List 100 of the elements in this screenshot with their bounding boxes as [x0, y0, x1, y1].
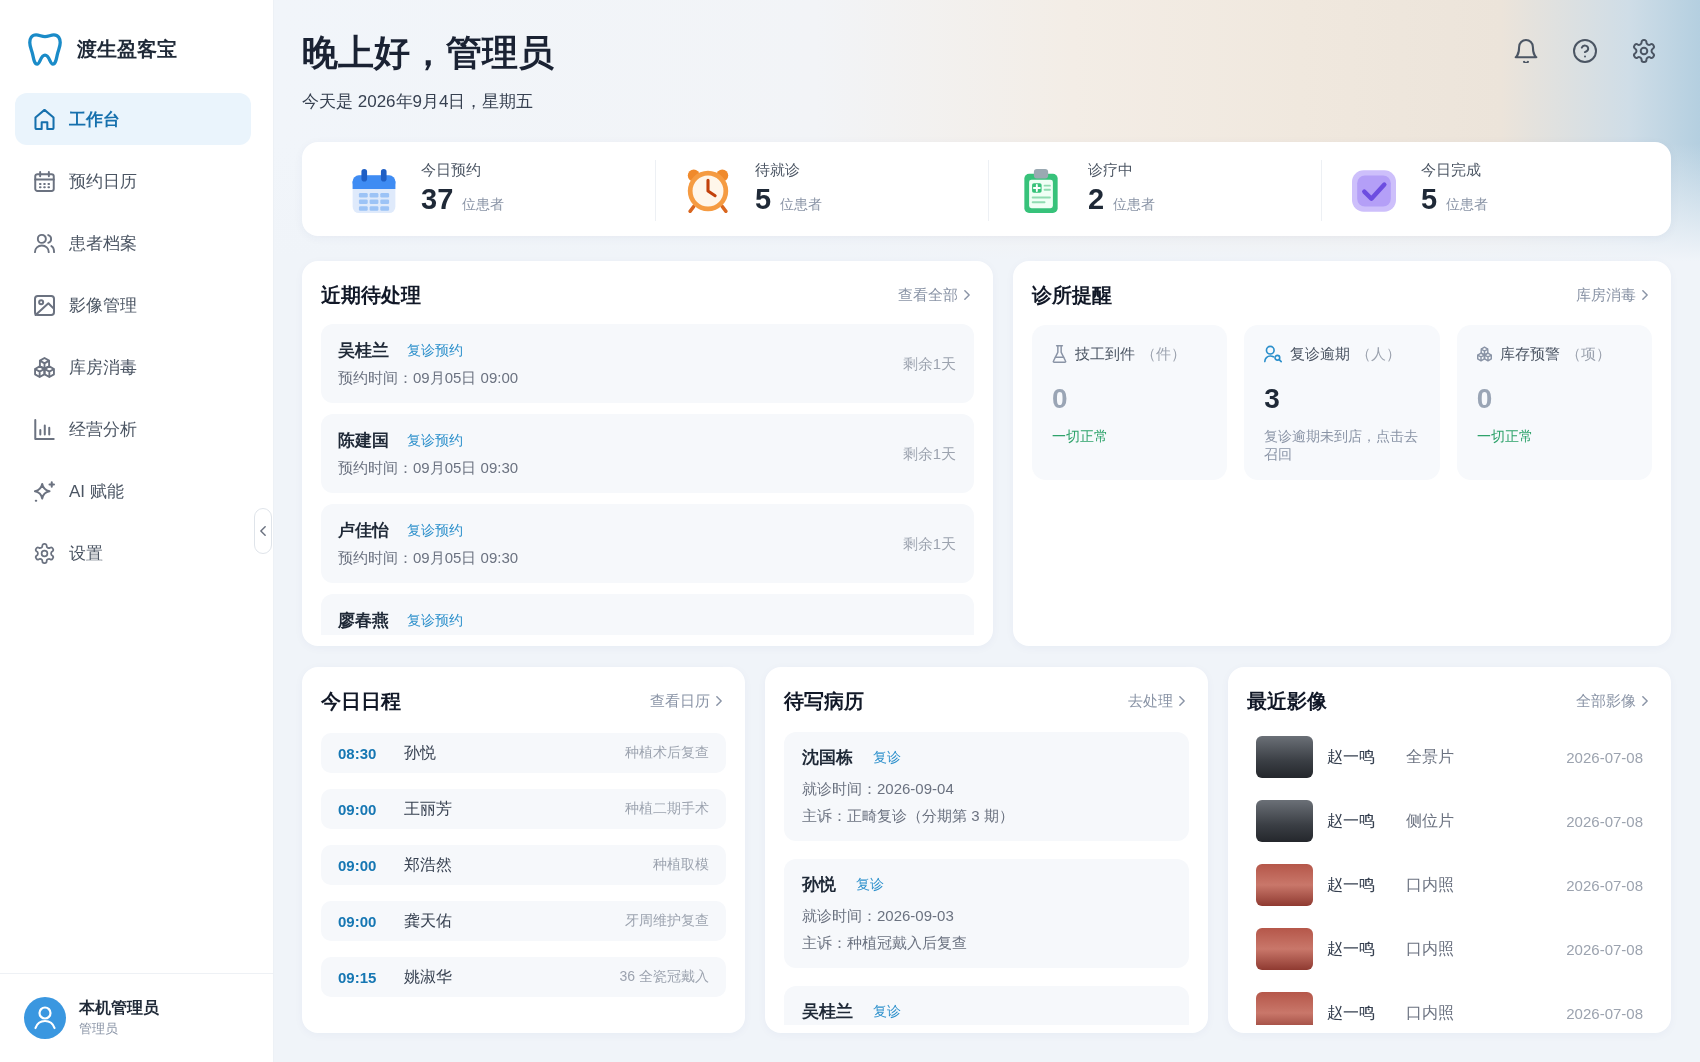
appointment-time: 08:30: [338, 744, 378, 762]
patient-name: 廖春燕: [338, 610, 389, 632]
patient-name: 陈建国: [338, 430, 389, 452]
pending-item[interactable]: 陈建国 复诊预约 预约时间：09月05日 09:30 剩余1天: [321, 414, 974, 493]
reminder-card[interactable]: 复诊逾期 （人） 3 复诊逾期未到店，点击去召回: [1244, 325, 1440, 480]
bell-icon[interactable]: [1514, 39, 1538, 63]
procedure-name: 36 全瓷冠戴入: [619, 968, 709, 986]
nav-item[interactable]: AI 赋能: [15, 465, 251, 517]
pending-item[interactable]: 廖春燕 复诊预约: [321, 594, 974, 635]
appointment-type: 复诊预约: [407, 342, 463, 360]
reminder-label: 技工到件: [1075, 344, 1135, 364]
patient-name: 卢佳怡: [338, 520, 389, 542]
card-title: 近期待处理: [321, 282, 421, 308]
reminder-card[interactable]: 库存预警 （项） 0 一切正常: [1456, 325, 1652, 480]
stat-value: 5: [1421, 182, 1438, 216]
image-type: 口内照: [1406, 938, 1454, 959]
card-title: 最近影像: [1247, 688, 1327, 714]
patient-name: 沈国栋: [802, 747, 853, 769]
reminder-note: 复诊逾期未到店，点击去召回: [1264, 427, 1420, 463]
appointment-type: 复诊预约: [407, 432, 463, 450]
reminder-label: 库存预警: [1499, 344, 1560, 364]
stat-label: 诊疗中: [1088, 160, 1134, 180]
stat-value: 2: [1088, 182, 1105, 216]
stat-unit: 位患者: [462, 195, 505, 214]
nav-item[interactable]: 经营分析: [15, 403, 251, 455]
patient-name: 赵一鸣: [1327, 1002, 1376, 1023]
reminder-card[interactable]: 技工到件 （件） 0 一切正常: [1032, 325, 1228, 480]
card-title: 今日日程: [321, 688, 401, 714]
patient-name: 龚天佑: [404, 910, 452, 931]
procedure-name: 种植取模: [653, 856, 709, 874]
reminder-note: 一切正常: [1052, 427, 1109, 445]
chevron-right-icon: [1642, 696, 1648, 706]
appointment-time: 09:15: [338, 968, 378, 986]
xray-placeholder[interactable]: [1256, 736, 1313, 778]
nav-item[interactable]: 影像管理: [15, 279, 251, 331]
stat-value: 5: [755, 182, 772, 216]
reminder-label: 复诊逾期: [1290, 344, 1351, 364]
chevron-right-icon: [716, 696, 722, 706]
appointment-type: 复诊预约: [407, 612, 463, 630]
alarm-clock-icon: [686, 168, 730, 213]
schedule-row[interactable]: 09:15 姚淑华 36 全瓷冠戴入: [321, 957, 726, 997]
image-date: 2026-07-08: [1566, 812, 1643, 830]
reminder-unit: （人）: [1356, 344, 1402, 364]
patient-name: 孙悦: [404, 742, 436, 763]
record-item[interactable]: 吴桂兰 复诊: [784, 986, 1189, 1025]
appointment-type: 复诊预约: [407, 522, 463, 540]
image-type: 全景片: [1406, 746, 1454, 767]
record-item[interactable]: 沈国栋 复诊 就诊时间：2026-09-04 主诉：正畸复诊（分期第 3 期）: [784, 732, 1189, 841]
stat-unit: 位患者: [1446, 195, 1489, 214]
reminder-value: 0: [1052, 382, 1069, 416]
patient-name: 孙悦: [802, 874, 836, 896]
card-title: 诊所提醒: [1032, 282, 1112, 308]
pending-item[interactable]: 卢佳怡 复诊预约 预约时间：09月05日 09:30 剩余1天: [321, 504, 974, 583]
collapse-button[interactable]: [254, 508, 272, 554]
schedule-row[interactable]: 09:00 王丽芳 种植二期手术: [321, 789, 726, 829]
patient-name: 赵一鸣: [1327, 874, 1376, 895]
reminder-unit: （项）: [1565, 344, 1611, 364]
schedule-row[interactable]: 09:00 郑浩然 种植取模: [321, 845, 726, 885]
appointment-time: 预约时间：09月05日 09:30: [338, 458, 519, 478]
photo-placeholder[interactable]: [1256, 928, 1313, 970]
record-item[interactable]: 孙悦 复诊 就诊时间：2026-09-03 主诉：种植冠戴入后复查: [784, 859, 1189, 968]
visit-date: 就诊时间：2026-09-03: [802, 906, 955, 926]
card-title: 待写病历: [784, 688, 864, 714]
chevron-right-icon: [1642, 290, 1648, 300]
brand-name: 渡生盈客宝: [77, 37, 177, 62]
stat-label: 今日预约: [421, 160, 482, 180]
flask-icon: [1052, 345, 1067, 363]
help-icon[interactable]: [1573, 39, 1597, 63]
patient-name: 吴桂兰: [802, 1001, 853, 1023]
patient-name: 郑浩然: [404, 854, 452, 875]
nav-item[interactable]: 患者档案: [15, 217, 251, 269]
xray-placeholder[interactable]: [1256, 800, 1313, 842]
chief-complaint: 主诉：正畸复诊（分期第 3 期）: [802, 806, 1015, 826]
nav-item[interactable]: 工作台: [15, 93, 251, 145]
schedule-row[interactable]: 09:00 龚天佑 牙周维护复查: [321, 901, 726, 941]
calendar-icon: [34, 170, 55, 192]
procedure-name: 种植二期手术: [625, 800, 709, 818]
image-type: 侧位片: [1406, 810, 1454, 831]
chevron-right-icon: [1179, 696, 1185, 706]
pending-item[interactable]: 吴桂兰 复诊预约 预约时间：09月05日 09:00 剩余1天: [321, 324, 974, 403]
appointment-time: 09:00: [338, 912, 378, 930]
patient-name: 吴桂兰: [338, 340, 389, 362]
appointment-time: 预约时间：09月05日 09:30: [338, 548, 519, 568]
cubes-icon: [1476, 345, 1492, 363]
stat-value: 37: [421, 182, 454, 216]
photo-placeholder[interactable]: [1256, 992, 1313, 1025]
settings-icon: [34, 542, 55, 564]
appointment-time: 09:00: [338, 856, 378, 874]
settings-icon[interactable]: [1632, 39, 1656, 63]
nav-item[interactable]: 预约日历: [15, 155, 251, 207]
cubes-icon: [34, 356, 55, 378]
user-role: 管理员: [79, 1020, 119, 1038]
photo-placeholder[interactable]: [1256, 864, 1313, 906]
nav-item[interactable]: 库房消毒: [15, 341, 251, 393]
image-icon: [34, 294, 55, 316]
image-type: 口内照: [1406, 874, 1454, 895]
home-icon: [34, 108, 55, 130]
reminder-note: 一切正常: [1476, 427, 1534, 445]
nav-item[interactable]: 设置: [15, 527, 251, 579]
schedule-row[interactable]: 08:30 孙悦 种植术后复查: [321, 733, 726, 773]
